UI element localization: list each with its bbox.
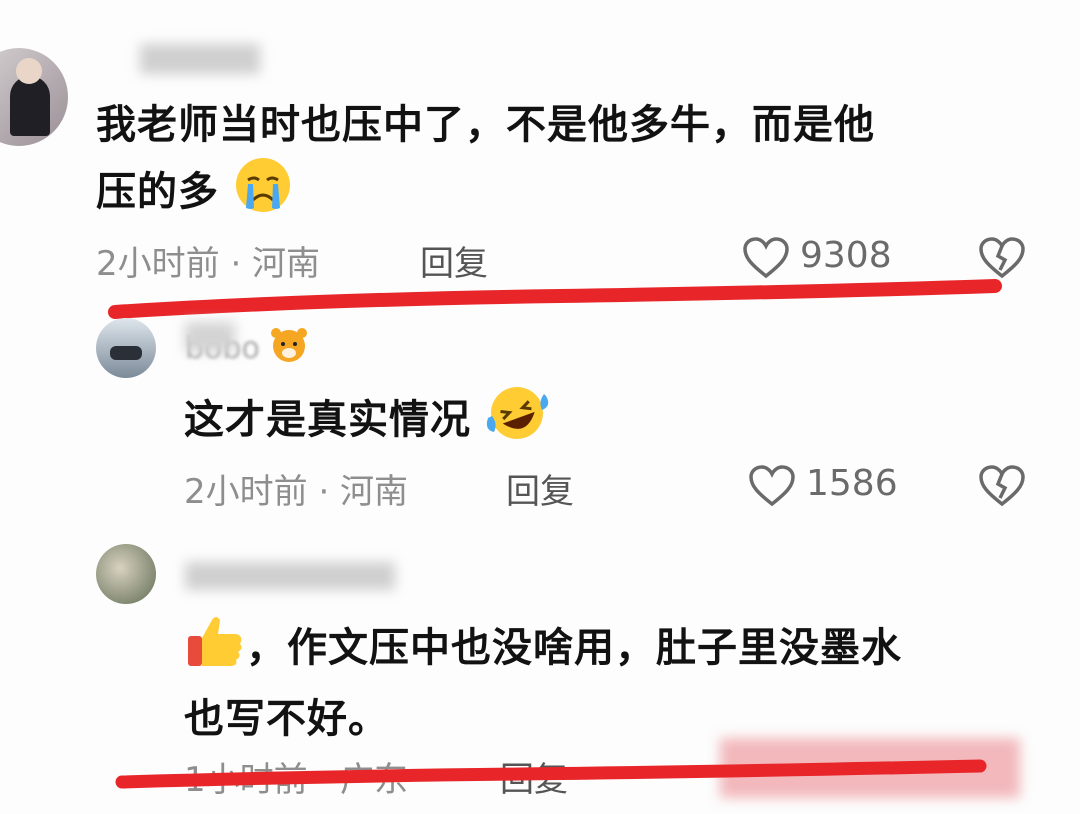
comment-thread: { "comments": [ { "text_line1": "我老师当时也压… — [0, 0, 1080, 814]
red-underline-annotation — [115, 759, 987, 789]
